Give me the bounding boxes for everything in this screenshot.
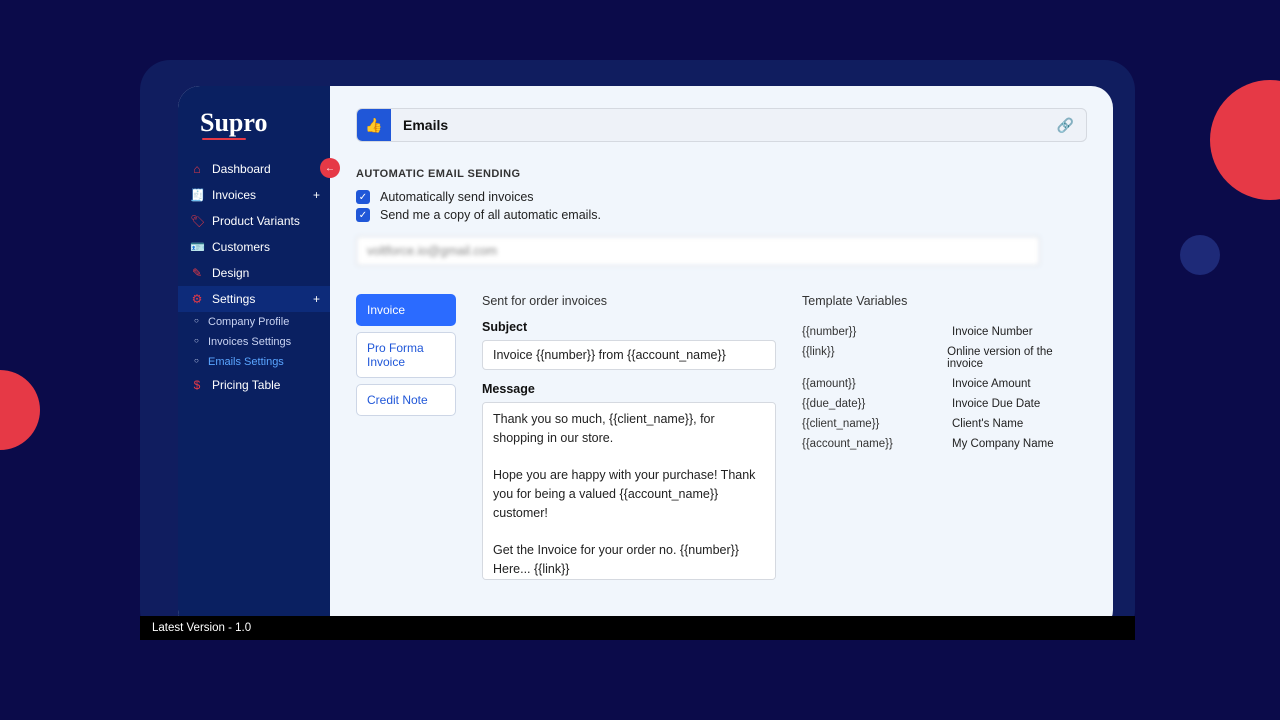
sidebar-item-invoices[interactable]: 🧾 Invoices + xyxy=(178,182,330,208)
sidebar-item-pricing-table[interactable]: $ Pricing Table xyxy=(178,372,330,398)
sidebar-item-label: Design xyxy=(212,266,249,280)
plus-icon[interactable]: + xyxy=(313,292,320,306)
dollar-icon: $ xyxy=(190,378,204,392)
check-icon[interactable]: ✓ xyxy=(356,190,370,204)
message-textarea[interactable] xyxy=(482,402,776,580)
plus-icon[interactable]: + xyxy=(313,188,320,202)
sidebar: Supro ⌂ Dashboard 🧾 Invoices + 🏷 Product… xyxy=(178,86,330,632)
message-label: Message xyxy=(482,382,776,396)
check-icon[interactable]: ✓ xyxy=(356,208,370,222)
design-icon: ✎ xyxy=(190,266,204,280)
var-row: {{client_name}}Client's Name xyxy=(802,418,1087,430)
thumbs-up-icon: 👍 xyxy=(357,108,391,142)
tag-icon: 🏷 xyxy=(190,214,204,228)
logo: Supro xyxy=(178,104,330,156)
sidebar-sub-emails-settings[interactable]: Emails Settings xyxy=(178,352,330,372)
tab-credit-note[interactable]: Credit Note xyxy=(356,384,456,416)
template-tabs: Invoice Pro Forma Invoice Credit Note xyxy=(356,294,456,585)
screen: Supro ⌂ Dashboard 🧾 Invoices + 🏷 Product… xyxy=(178,86,1113,632)
tab-invoice[interactable]: Invoice xyxy=(356,294,456,326)
subject-input[interactable] xyxy=(482,340,776,370)
checkbox-auto-send[interactable]: ✓ Automatically send invoices xyxy=(356,190,1087,204)
template-form: Sent for order invoices Subject Message xyxy=(482,294,776,585)
sidebar-item-label: Settings xyxy=(212,292,255,306)
checkbox-copy-me[interactable]: ✓ Send me a copy of all automatic emails… xyxy=(356,208,1087,222)
sidebar-item-label: Customers xyxy=(212,240,270,254)
home-icon: ⌂ xyxy=(190,162,204,176)
sidebar-item-design[interactable]: ✎ Design xyxy=(178,260,330,286)
device-frame: Supro ⌂ Dashboard 🧾 Invoices + 🏷 Product… xyxy=(140,60,1135,640)
sidebar-sub-invoices-settings[interactable]: Invoices Settings xyxy=(178,332,330,352)
sidebar-item-label: Dashboard xyxy=(212,162,271,176)
page-header: 👍 Emails 🔗 xyxy=(356,108,1087,142)
gear-icon: ⚙ xyxy=(190,292,204,306)
sidebar-item-label: Pricing Table xyxy=(212,378,280,392)
decoration xyxy=(1180,235,1220,275)
checkbox-label: Automatically send invoices xyxy=(380,190,534,204)
subject-label: Subject xyxy=(482,320,776,334)
var-row: {{account_name}}My Company Name xyxy=(802,438,1087,450)
version-footer: Latest Version - 1.0 xyxy=(140,616,1135,640)
version-text: Latest Version - 1.0 xyxy=(152,622,251,634)
main-content: 👍 Emails 🔗 AUTOMATIC EMAIL SENDING ✓ Aut… xyxy=(330,86,1113,632)
template-variables: Template Variables {{number}}Invoice Num… xyxy=(802,294,1087,585)
decoration xyxy=(1210,80,1280,200)
page-title: Emails xyxy=(391,117,1057,133)
collapse-sidebar-button[interactable]: ← xyxy=(320,158,340,178)
sidebar-item-label: Invoices xyxy=(212,188,256,202)
user-icon: 🪪 xyxy=(190,240,204,254)
link-icon[interactable]: 🔗 xyxy=(1057,117,1086,134)
var-row: {{amount}}Invoice Amount xyxy=(802,378,1087,390)
sidebar-item-product-variants[interactable]: 🏷 Product Variants xyxy=(178,208,330,234)
vars-title: Template Variables xyxy=(802,294,1087,308)
var-row: {{link}}Online version of the invoice xyxy=(802,346,1087,370)
var-row: {{number}}Invoice Number xyxy=(802,326,1087,338)
var-row: {{due_date}}Invoice Due Date xyxy=(802,398,1087,410)
tab-pro-forma[interactable]: Pro Forma Invoice xyxy=(356,332,456,378)
sidebar-item-customers[interactable]: 🪪 Customers xyxy=(178,234,330,260)
checkbox-label: Send me a copy of all automatic emails. xyxy=(380,208,601,222)
invoice-icon: 🧾 xyxy=(190,188,204,202)
decoration xyxy=(0,370,40,450)
section-title: AUTOMATIC EMAIL SENDING xyxy=(356,168,1087,180)
sidebar-sub-company-profile[interactable]: Company Profile xyxy=(178,312,330,332)
sidebar-item-settings[interactable]: ⚙ Settings + xyxy=(178,286,330,312)
sidebar-item-label: Product Variants xyxy=(212,214,300,228)
email-input[interactable] xyxy=(356,236,1040,266)
form-description: Sent for order invoices xyxy=(482,294,776,308)
sidebar-item-dashboard[interactable]: ⌂ Dashboard xyxy=(178,156,330,182)
content-row: Invoice Pro Forma Invoice Credit Note Se… xyxy=(356,294,1087,585)
